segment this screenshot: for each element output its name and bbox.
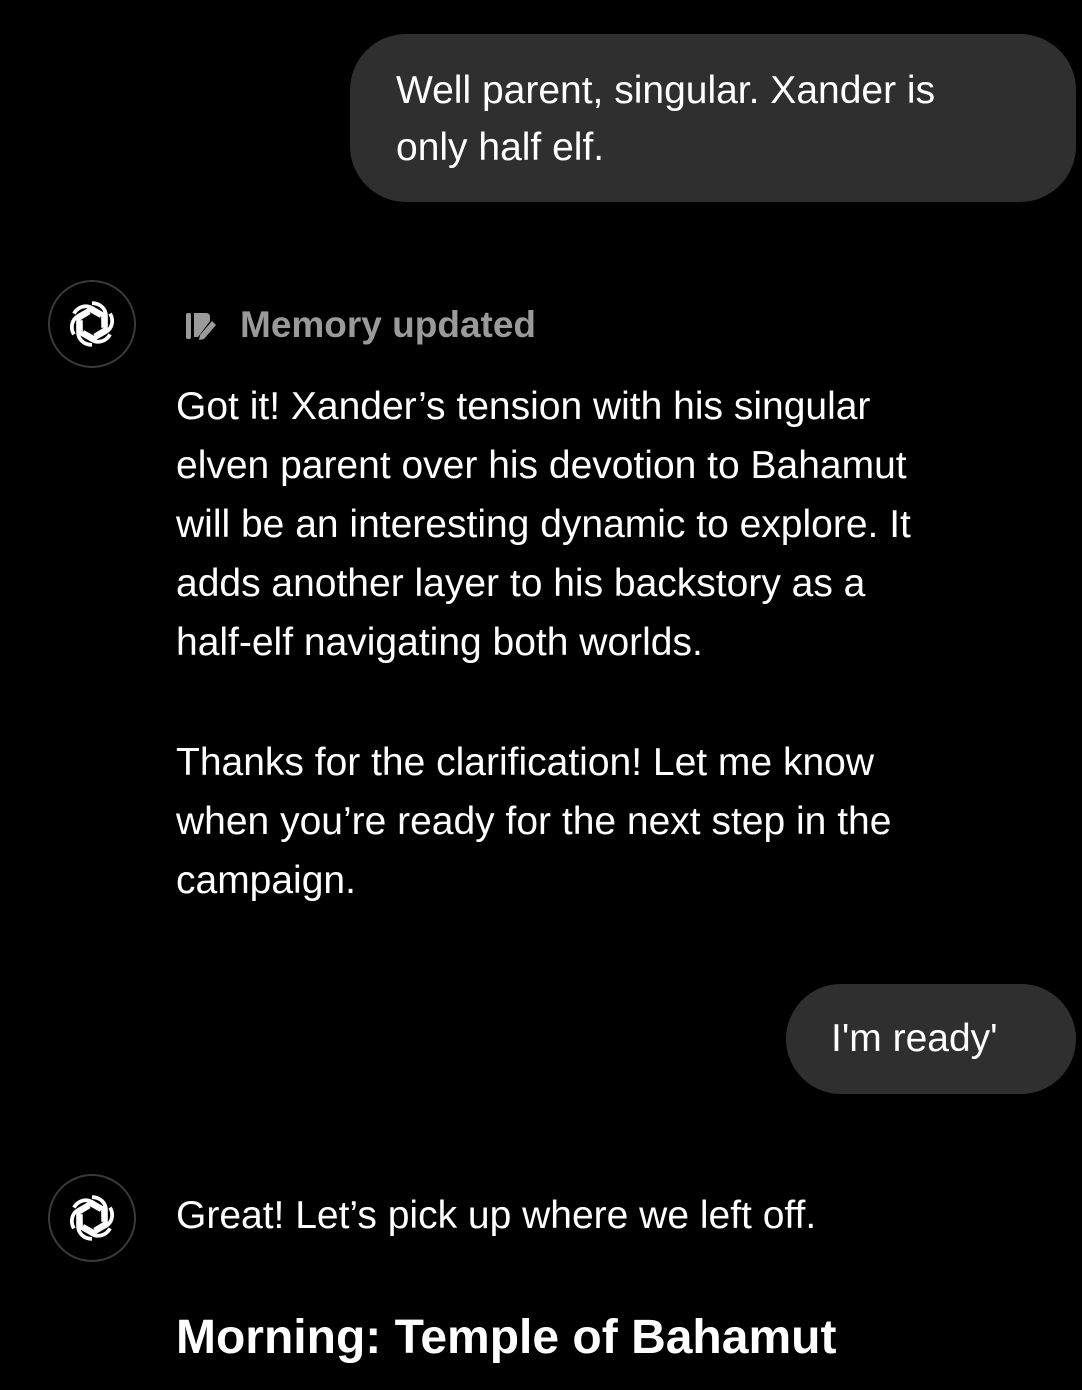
memory-updated-link[interactable]: Memory updated <box>182 302 536 348</box>
user-message-bubble[interactable]: I'm ready' <box>786 984 1076 1094</box>
openai-logo-icon <box>65 1193 119 1243</box>
assistant-paragraph: Got it! Xander’s tension with his singul… <box>176 385 911 664</box>
assistant-paragraph: Thanks for the clarification! Let me kno… <box>176 741 892 902</box>
assistant-avatar <box>48 280 136 368</box>
openai-logo-icon <box>65 299 119 349</box>
user-message-bubble[interactable]: Well parent, singular. Xander is only ha… <box>350 34 1076 202</box>
section-heading: Morning: Temple of Bahamut <box>176 1311 837 1364</box>
user-message-text: I'm ready' <box>831 1017 998 1060</box>
assistant-avatar <box>48 1174 136 1262</box>
memory-updated-label: Memory updated <box>240 304 537 345</box>
memory-pen-icon <box>182 307 218 343</box>
assistant-paragraph: Great! Let’s pick up where we left off. <box>176 1194 817 1237</box>
user-message-text: Well parent, singular. Xander is only ha… <box>396 69 936 169</box>
